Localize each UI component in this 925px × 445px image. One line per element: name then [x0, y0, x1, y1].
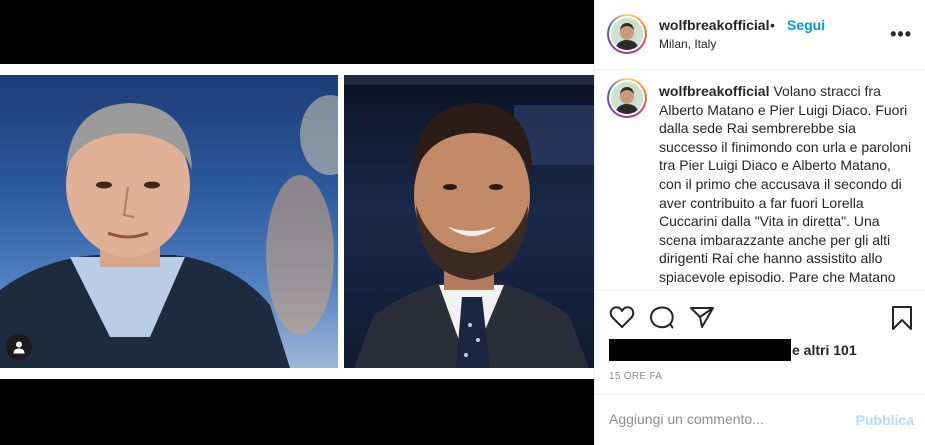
- person-right-illustration: [344, 75, 594, 368]
- follow-button[interactable]: Segui: [787, 17, 825, 33]
- photo-right: [344, 75, 594, 368]
- bookmark-icon[interactable]: [890, 305, 914, 336]
- comment-box: Pubblica: [595, 394, 925, 445]
- publish-button[interactable]: Pubblica: [856, 412, 914, 428]
- media-frame: [0, 64, 594, 379]
- actions-area: e altri 101 15 ORE FA: [595, 290, 925, 394]
- post-header: wolfbreakofficial • Segui Milan, Italy •…: [595, 0, 925, 70]
- paper-plane-icon[interactable]: [689, 305, 715, 334]
- user-tag-icon: [13, 341, 25, 354]
- avatar-image: [611, 18, 643, 50]
- comment-input[interactable]: [609, 411, 839, 427]
- caption-area[interactable]: wolfbreakofficial Volano stracci fra Albe…: [595, 70, 925, 290]
- location-link[interactable]: Milan, Italy: [659, 37, 716, 51]
- likes-count[interactable]: e altri 101: [792, 342, 857, 358]
- heart-icon[interactable]: [609, 305, 635, 334]
- caption-text: Volano stracci fra Alberto Matano e Pier…: [659, 83, 912, 290]
- separator-dot: •: [770, 17, 775, 33]
- person-left-illustration: [0, 95, 338, 368]
- post-sidebar: wolfbreakofficial • Segui Milan, Italy •…: [594, 0, 925, 445]
- tag-button[interactable]: [6, 334, 32, 360]
- avatar-image: [611, 82, 643, 114]
- avatar[interactable]: [607, 14, 647, 54]
- redacted-likers: [609, 339, 791, 361]
- post-timestamp[interactable]: 15 ORE FA: [609, 371, 662, 382]
- post-media[interactable]: [0, 0, 594, 445]
- caption: wolfbreakofficial Volano stracci fra Albe…: [659, 82, 917, 290]
- caption-username-link[interactable]: wolfbreakofficial: [659, 83, 769, 99]
- caption-avatar[interactable]: [607, 78, 647, 118]
- more-horizontal-icon[interactable]: •••: [890, 25, 912, 43]
- photo-left: [0, 75, 338, 368]
- comment-bubble-icon[interactable]: [649, 305, 675, 334]
- username-link[interactable]: wolfbreakofficial: [659, 17, 769, 33]
